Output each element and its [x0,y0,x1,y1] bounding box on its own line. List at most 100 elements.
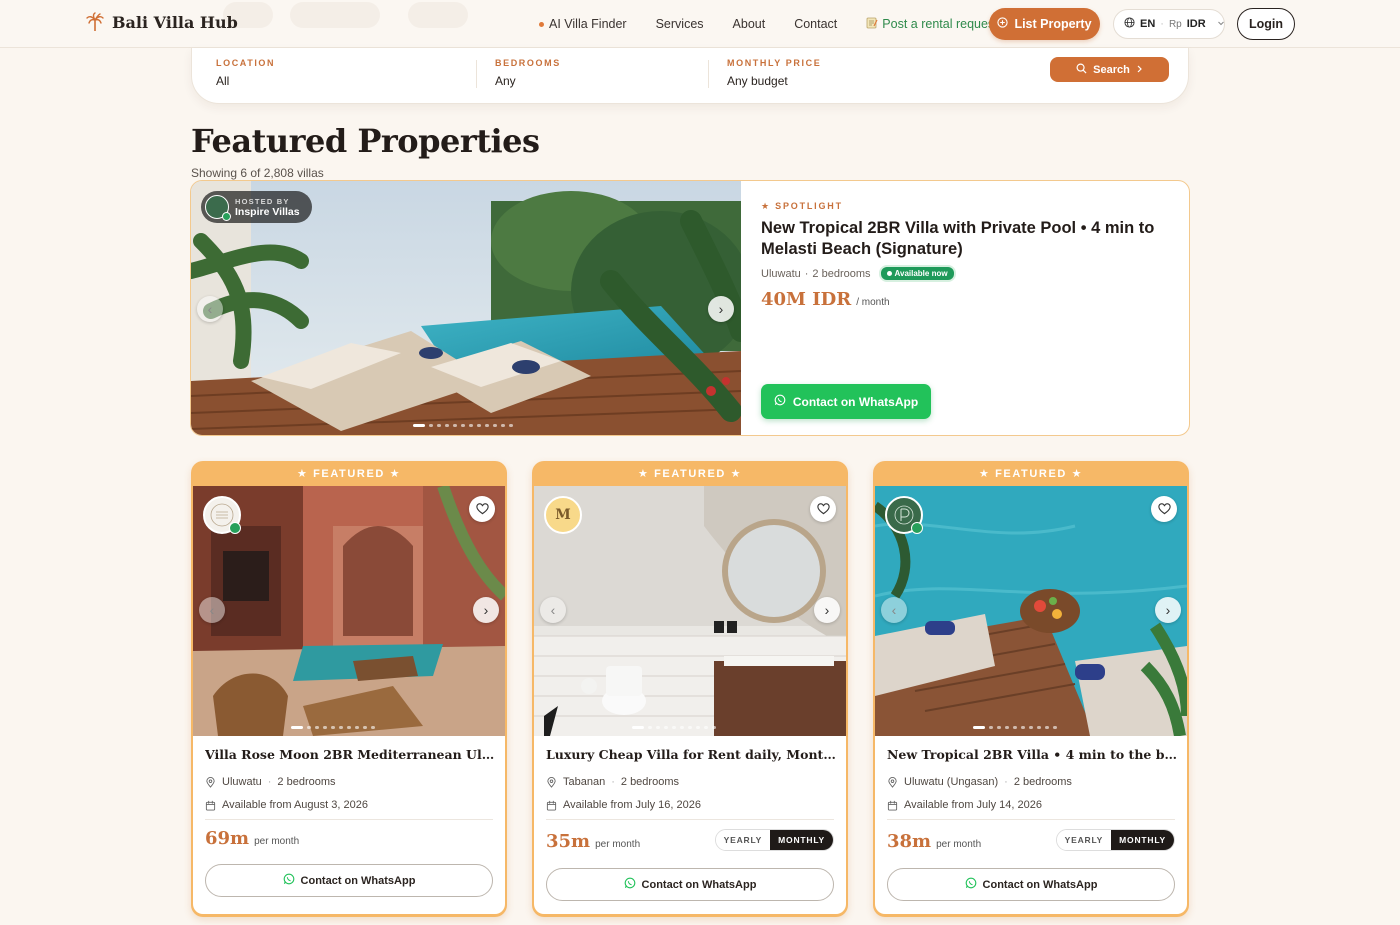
search-button[interactable]: Search [1050,57,1169,82]
hosted-by-label: HOSTED BY [235,196,290,206]
card-whatsapp-button[interactable]: Contact on WhatsApp [887,868,1175,901]
host-avatar[interactable]: M [544,496,582,534]
favorite-heart-icon[interactable] [810,496,836,522]
nav-about[interactable]: About [733,17,766,31]
ai-dot-icon [539,21,544,27]
login-button[interactable]: Login [1237,8,1295,40]
spotlight-listing[interactable]: HOSTED BY Inspire Villas ‹ › ★ SPOTLIGHT… [190,180,1190,436]
card-location: Uluwatu (Ungasan) [904,776,999,788]
location-field[interactable]: LOCATION All [216,58,275,88]
monthly-price-field[interactable]: MONTHLY PRICE Any budget [727,58,821,88]
calendar-icon [205,800,216,811]
featured-label: FEATURED [654,467,726,480]
verified-check-icon [222,212,231,221]
host-avatar [205,195,231,221]
site-header: Bali Villa Hub AI Villa Finder Services … [0,0,1400,48]
card-bedrooms: 2 bedrooms [620,776,679,788]
card-available-date: Available from July 14, 2026 [904,799,1042,811]
results-count: Showing 6 of 2,808 villas [191,166,324,180]
card-location: Uluwatu [222,776,262,788]
previous-image-button[interactable]: ‹ [540,597,566,623]
card-image[interactable]: ‹ › [193,486,505,736]
separator-dot: · [267,776,272,788]
map-pin-icon [547,776,556,788]
image-pager-dots[interactable] [413,424,513,427]
card-image[interactable]: M ‹ › [534,486,846,736]
card-available-date: Available from July 16, 2026 [563,799,701,811]
palm-tree-icon [86,12,104,32]
card-bedrooms: 2 bedrooms [277,776,336,788]
spotlight-whatsapp-label: Contact on WhatsApp [792,394,919,409]
toggle-monthly[interactable]: MONTHLY [1111,830,1174,850]
search-button-label: Search [1093,63,1130,76]
nav-contact[interactable]: Contact [794,17,837,31]
next-image-button[interactable]: › [708,296,734,322]
next-image-button[interactable]: › [814,597,840,623]
billing-period-toggle: YEARLY MONTHLY [714,829,834,851]
separator-dot: · [611,776,615,788]
previous-image-button[interactable]: ‹ [199,597,225,623]
brand-logo[interactable]: Bali Villa Hub [86,12,238,32]
property-card[interactable]: ★ FEATURED ★ [873,461,1189,917]
bedrooms-field[interactable]: BEDROOMS Any [495,58,561,88]
toggle-yearly[interactable]: YEARLY [715,830,771,850]
page-title: Featured Properties [191,122,540,160]
card-location: Tabanan [563,776,606,788]
card-price-value: 35m [546,831,591,852]
map-pin-icon [206,776,215,788]
property-card[interactable]: ★ FEATURED ★ [191,461,507,917]
favorite-heart-icon[interactable] [1151,496,1177,522]
whatsapp-icon [283,873,295,888]
nav-services[interactable]: Services [656,17,704,31]
card-whatsapp-button[interactable]: Contact on WhatsApp [546,868,834,901]
spotlight-whatsapp-button[interactable]: Contact on WhatsApp [761,384,931,419]
host-initial: M [555,507,571,523]
nav-post-rental-request[interactable]: Post a rental request [866,17,998,32]
ghost-nav-pill [408,2,468,28]
card-whatsapp-button[interactable]: Contact on WhatsApp [205,864,493,897]
spotlight-location: Uluwatu [761,267,801,280]
card-price-value: 69m [205,828,250,849]
language-currency-selector[interactable]: EN · Rp IDR [1113,9,1225,39]
previous-image-button[interactable]: ‹ [197,296,223,322]
hosted-by-badge[interactable]: HOSTED BY Inspire Villas [201,191,312,223]
image-pager-dots[interactable] [291,726,375,729]
card-title[interactable]: Luxury Cheap Villa for Rent daily, Month… [546,747,836,762]
search-icon [1076,63,1087,77]
featured-label: FEATURED [995,467,1067,480]
card-location-row: Uluwatu · 2 bedrooms [205,776,336,788]
spotlight-image[interactable]: HOSTED BY Inspire Villas ‹ › [191,181,741,435]
card-body: ‹ › Villa Rose Moon 2BR Mediterranean Ul… [193,486,505,914]
next-image-button[interactable]: › [1155,597,1181,623]
favorite-heart-icon[interactable] [469,496,495,522]
chevron-down-icon [1217,18,1225,30]
separator-dot: · [1004,776,1008,788]
card-whatsapp-label: Contact on WhatsApp [982,878,1098,891]
card-available-date: Available from August 3, 2026 [222,799,368,811]
image-pager-dots[interactable] [973,726,1057,729]
currency-symbol: Rp [1168,18,1182,30]
list-property-button[interactable]: List Property [989,8,1100,40]
next-image-button[interactable]: › [473,597,499,623]
host-avatar[interactable] [885,496,923,534]
card-image[interactable]: ‹ › [875,486,1187,736]
separator-dot: · [804,267,809,280]
toggle-monthly[interactable]: MONTHLY [770,830,833,850]
location-value: All [216,74,230,88]
card-title[interactable]: New Tropical 2BR Villa • 4 min to the be… [887,747,1177,762]
available-now-badge: Available now [878,265,956,282]
property-card[interactable]: ★ FEATURED ★ M ‹ › Luxury Cheap Villa fo… [532,461,848,917]
toggle-yearly[interactable]: YEARLY [1056,830,1112,850]
currency-code: IDR [1186,18,1206,30]
spotlight-title[interactable]: New Tropical 2BR Villa with Private Pool… [761,218,1161,260]
brand-name: Bali Villa Hub [112,12,238,32]
nav-ai-villa-finder[interactable]: AI Villa Finder [539,17,627,31]
bedrooms-label: BEDROOMS [495,58,561,68]
host-avatar[interactable] [203,496,241,534]
map-pin-icon [888,776,897,788]
previous-image-button[interactable]: ‹ [881,597,907,623]
featured-banner: ★ FEATURED ★ [296,467,402,481]
card-availability-row: Available from July 16, 2026 [546,799,701,811]
card-title[interactable]: Villa Rose Moon 2BR Mediterranean Uluwat… [205,747,495,762]
image-pager-dots[interactable] [632,726,716,729]
